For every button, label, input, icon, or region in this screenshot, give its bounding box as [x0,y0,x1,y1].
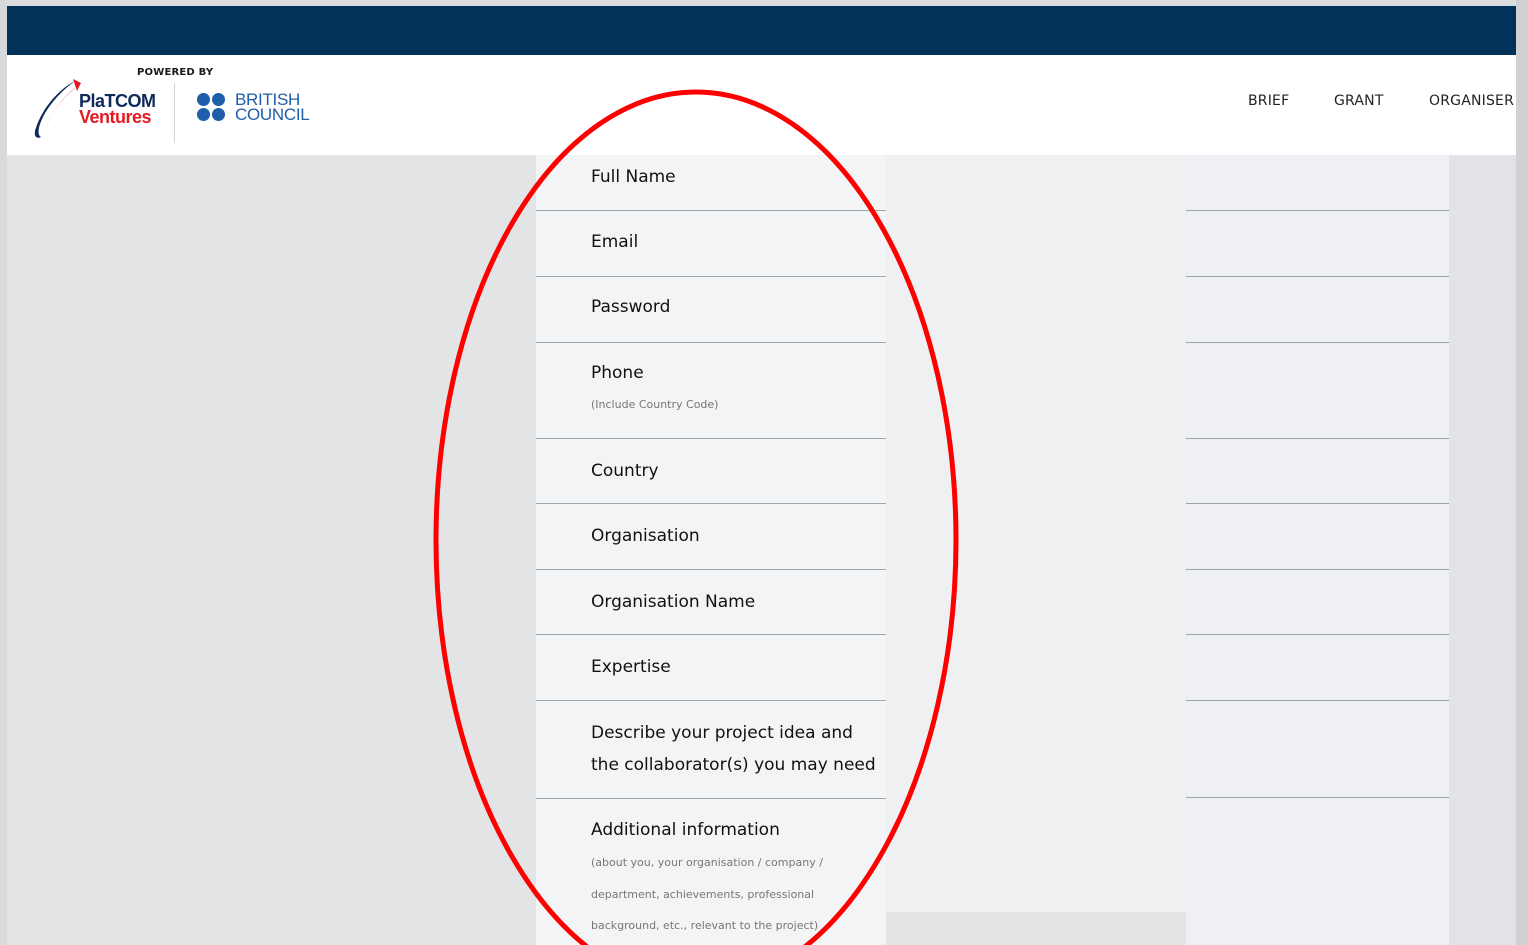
nav-organiser[interactable]: ORGANISER [1429,93,1514,109]
password-field-line[interactable] [1186,342,1449,343]
country-row[interactable]: Country [536,439,886,504]
nav-grant[interactable]: GRANT [1334,93,1384,109]
full-name-label: Full Name [591,167,676,187]
phone-row[interactable]: Phone (Include Country Code) [536,343,886,439]
platcom-swoosh-icon [34,79,81,138]
project-description-line-1: Describe your project idea and [591,723,853,743]
background-edge [1449,155,1516,945]
project-description-label: Describe your project idea and the colla… [591,717,876,781]
organisation-field-line[interactable] [1186,569,1449,570]
additional-info-label: Additional information [591,820,780,840]
ventures-wordmark: Ventures [79,107,152,127]
site-header: POWERED BY PlaTCOM Ventures BRITISH COUN… [7,55,1516,155]
additional-info-hint-1: (about you, your organisation / company … [591,856,823,869]
project-description-field-line[interactable] [1186,797,1449,798]
email-row[interactable]: Email [536,211,886,277]
country-field-line[interactable] [1186,503,1449,504]
council-word: COUNCIL [235,105,310,124]
project-description-line-2: the collaborator(s) you may need [591,755,876,775]
background-panel [1186,155,1449,945]
expertise-row[interactable]: Expertise [536,635,886,701]
expertise-label: Expertise [591,657,671,677]
organisation-row[interactable]: Organisation [536,504,886,570]
window-frame-left [0,0,7,945]
logo-divider [174,83,175,143]
top-bar [7,6,1516,55]
email-label: Email [591,232,639,252]
nav-brief[interactable]: BRIEF [1248,93,1289,109]
additional-info-row[interactable]: Additional information (about you, your … [536,799,886,945]
platcom-logo-text: PlaTCOM Ventures [79,92,156,127]
window-frame-right [1516,0,1527,945]
organisation-label: Organisation [591,526,700,546]
organisation-name-field-line[interactable] [1186,634,1449,635]
organisation-name-row[interactable]: Organisation Name [536,570,886,635]
full-name-row[interactable]: Full Name [536,155,886,211]
additional-info-hint-3: background, etc., relevant to the projec… [591,919,819,932]
password-label: Password [591,297,671,317]
phone-hint: (Include Country Code) [591,398,719,411]
powered-by-label: POWERED BY [137,67,214,78]
british-council-dots-icon [197,93,231,123]
project-description-row[interactable]: Describe your project idea and the colla… [536,701,886,799]
phone-label: Phone [591,363,644,383]
full-name-field-line[interactable] [1186,210,1449,211]
british-council-wordmark: BRITISH COUNCIL [235,91,310,124]
expertise-field-line[interactable] [1186,700,1449,701]
email-field-line[interactable] [1186,276,1449,277]
logo-group[interactable]: POWERED BY PlaTCOM Ventures BRITISH COUN… [29,65,329,149]
organisation-name-label: Organisation Name [591,592,756,612]
country-label: Country [591,461,659,481]
additional-info-hint-2: department, achievements, professional [591,888,815,901]
phone-field-line[interactable] [1186,438,1449,439]
password-row[interactable]: Password [536,277,886,343]
form-input-column [886,155,1186,912]
